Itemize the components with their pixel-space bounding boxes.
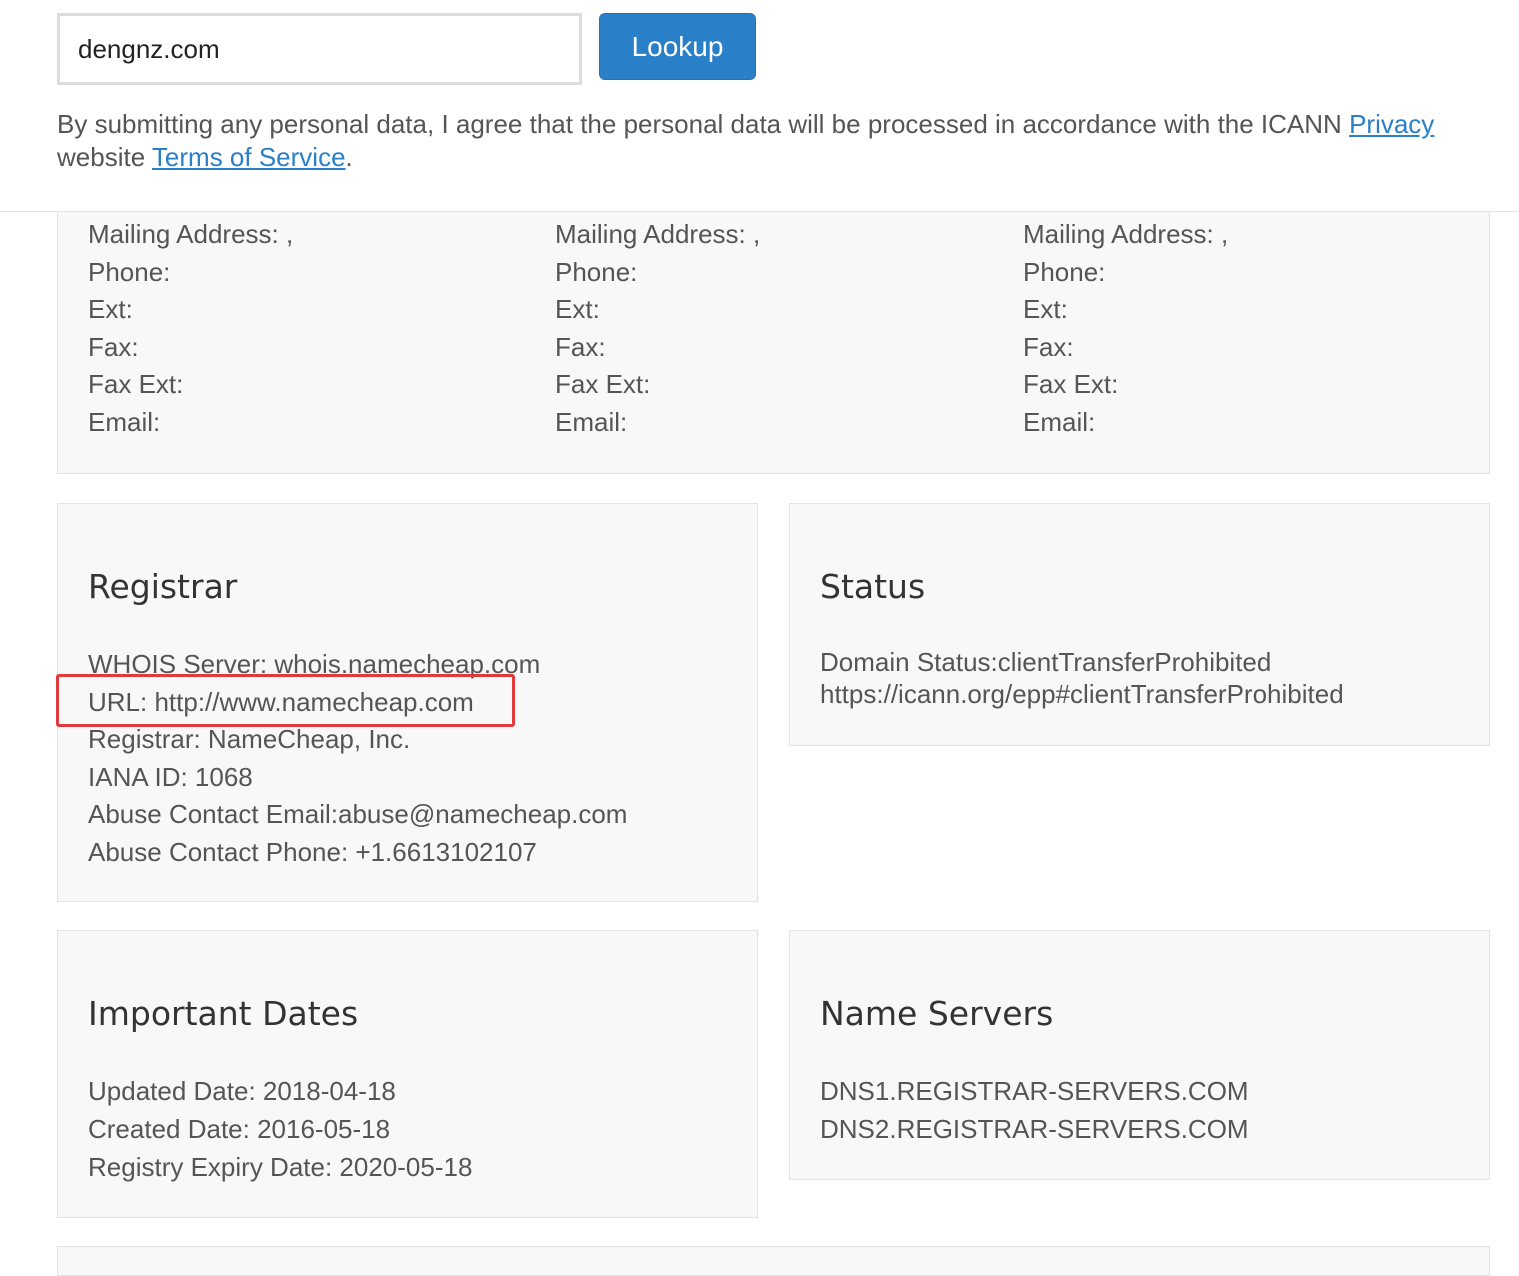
- privacy-link[interactable]: Privacy: [1349, 109, 1434, 139]
- abuse-contact-phone: Abuse Contact Phone: +1.6613102107: [88, 836, 537, 867]
- status-card: Status Domain Status:clientTransferProhi…: [789, 503, 1490, 746]
- email: Email:: [555, 406, 628, 437]
- fax: Fax:: [88, 331, 139, 362]
- lookup-button[interactable]: Lookup: [599, 13, 756, 80]
- registrar-details: WHOIS Server: whois.namecheap.com URL: h…: [88, 646, 627, 872]
- email: Email:: [88, 406, 161, 437]
- name-servers-card: Name Servers DNS1.REGISTRAR-SERVERS.COM …: [789, 930, 1490, 1180]
- phone: Phone:: [1023, 256, 1106, 287]
- fax-ext: Fax Ext:: [1023, 369, 1119, 400]
- lookup-header: Lookup By submitting any personal data, …: [0, 0, 1519, 212]
- notice-period: .: [345, 142, 353, 172]
- status-title: Status: [820, 567, 926, 606]
- fax-ext: Fax Ext:: [555, 369, 651, 400]
- next-card: [57, 1246, 1490, 1276]
- status-details: Domain Status:clientTransferProhibited h…: [820, 646, 1344, 710]
- created-date: Created Date: 2016-05-18: [88, 1114, 391, 1144]
- contact-panel: Mailing Address: , Phone: Ext: Fax: Fax …: [57, 212, 1490, 474]
- contact-column-1: Mailing Address: , Phone: Ext: Fax: Fax …: [88, 216, 293, 442]
- ext: Ext:: [555, 294, 600, 325]
- phone: Phone:: [88, 256, 171, 287]
- terms-of-service-link[interactable]: Terms of Service: [152, 142, 346, 172]
- iana-id: IANA ID: 1068: [88, 761, 253, 792]
- notice-text: By submitting any personal data, I agree…: [57, 109, 1350, 139]
- important-dates-title: Important Dates: [88, 994, 359, 1033]
- registrar-name: Registrar: NameCheap, Inc.: [88, 724, 411, 755]
- registry-expiry-date: Registry Expiry Date: 2020-05-18: [88, 1152, 473, 1182]
- mailing-address: Mailing Address: ,: [555, 219, 761, 249]
- fax-ext: Fax Ext:: [88, 369, 184, 400]
- mailing-address: Mailing Address: ,: [88, 219, 294, 249]
- domain-status-link: https://icann.org/epp#clientTransferProh…: [820, 679, 1344, 709]
- domain-search-input[interactable]: [57, 13, 582, 85]
- name-servers-title: Name Servers: [820, 994, 1054, 1033]
- domain-status: Domain Status:clientTransferProhibited: [820, 647, 1272, 677]
- notice-text-line2: website: [57, 142, 152, 172]
- privacy-notice: By submitting any personal data, I agree…: [57, 108, 1519, 174]
- updated-date: Updated Date: 2018-04-18: [88, 1076, 396, 1106]
- contact-column-2: Mailing Address: , Phone: Ext: Fax: Fax …: [555, 216, 760, 442]
- important-dates-card: Important Dates Updated Date: 2018-04-18…: [57, 930, 758, 1218]
- whois-server: WHOIS Server: whois.namecheap.com: [88, 649, 541, 679]
- name-servers-list: DNS1.REGISTRAR-SERVERS.COM DNS2.REGISTRA…: [820, 1072, 1249, 1148]
- name-server-1: DNS1.REGISTRAR-SERVERS.COM: [820, 1076, 1249, 1106]
- abuse-contact-email: Abuse Contact Email:abuse@namecheap.com: [88, 799, 628, 830]
- registrar-title: Registrar: [88, 567, 238, 606]
- fax: Fax:: [555, 331, 606, 362]
- name-server-2: DNS2.REGISTRAR-SERVERS.COM: [820, 1114, 1249, 1144]
- contact-column-3: Mailing Address: , Phone: Ext: Fax: Fax …: [1023, 216, 1228, 442]
- registrar-url: URL: http://www.namecheap.com: [88, 686, 474, 717]
- mailing-address: Mailing Address: ,: [1023, 219, 1229, 249]
- ext: Ext:: [88, 294, 133, 325]
- email: Email:: [1023, 406, 1096, 437]
- phone: Phone:: [555, 256, 638, 287]
- important-dates-details: Updated Date: 2018-04-18 Created Date: 2…: [88, 1072, 472, 1186]
- ext: Ext:: [1023, 294, 1068, 325]
- fax: Fax:: [1023, 331, 1074, 362]
- registrar-card: Registrar WHOIS Server: whois.namecheap.…: [57, 503, 758, 902]
